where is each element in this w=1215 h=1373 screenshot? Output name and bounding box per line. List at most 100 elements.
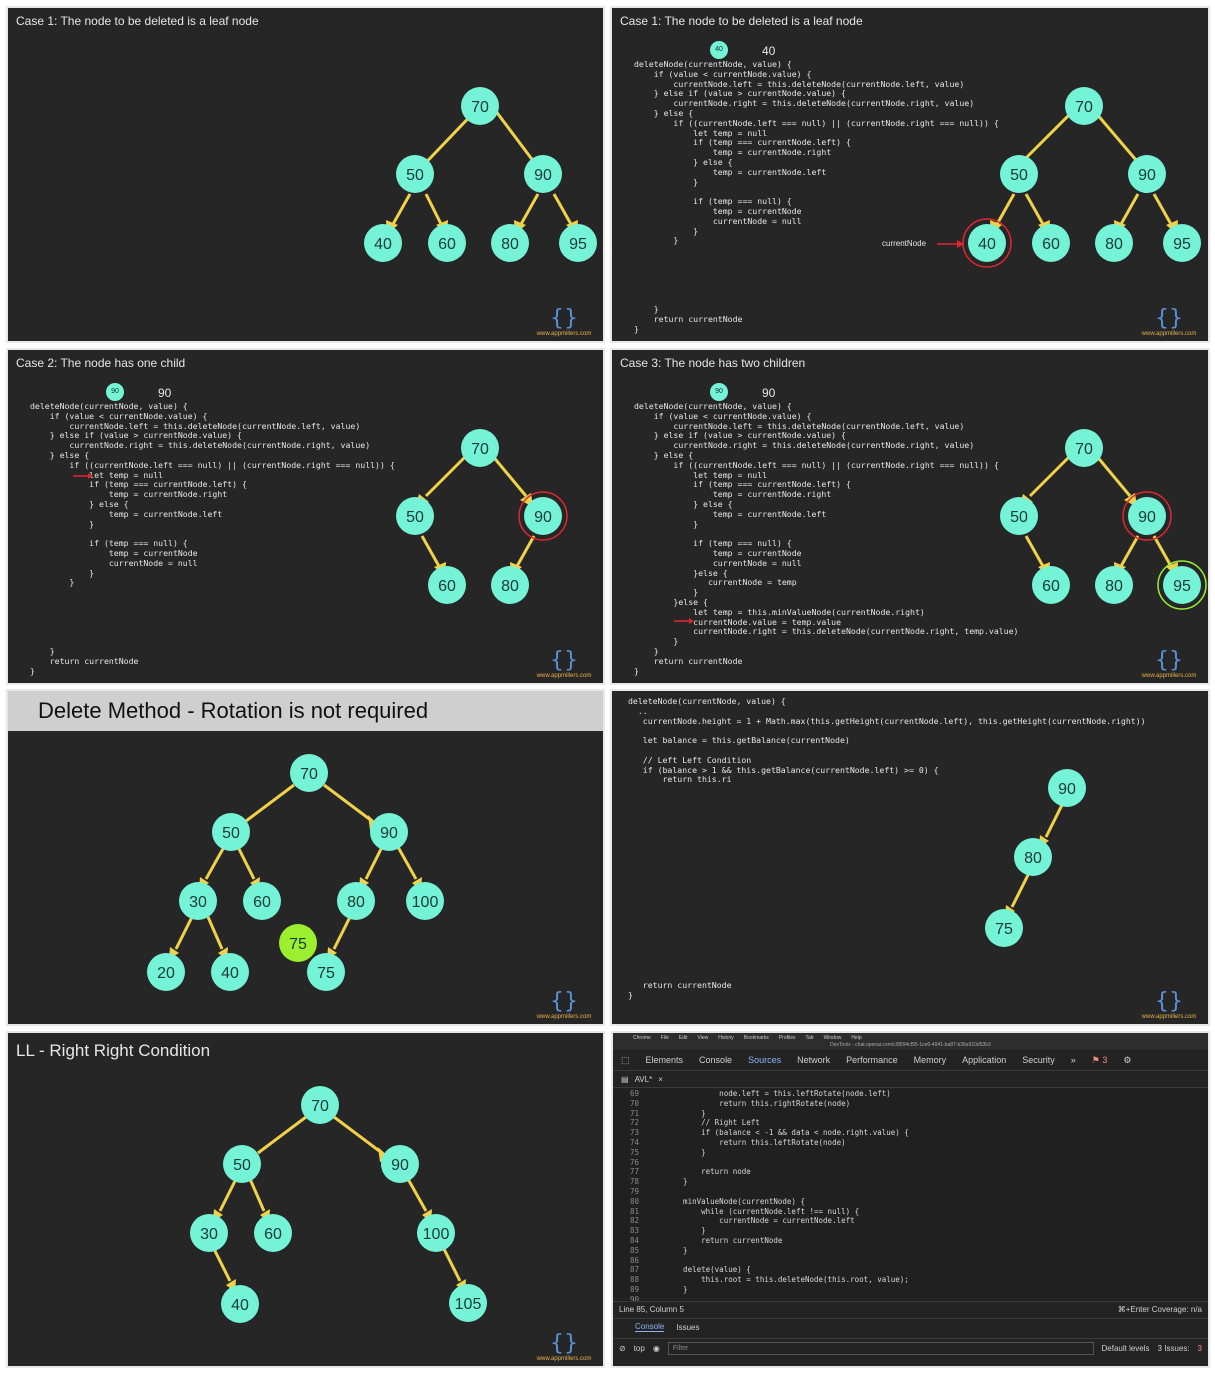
context-select[interactable]: top <box>634 1344 645 1353</box>
panel-case1-tree: Case 1: The node to be deleted is a leaf… <box>6 6 605 343</box>
svg-text:70: 70 <box>300 766 318 783</box>
svg-text:90: 90 <box>380 825 398 842</box>
close-icon[interactable]: × <box>658 1075 663 1084</box>
tree-diagram: 70 50 90 60 80 <box>73 429 568 604</box>
tree-edges <box>73 446 536 576</box>
tab-sources[interactable]: Sources <box>748 1055 781 1065</box>
tree-node: 80 <box>1095 566 1133 604</box>
tree-node: 100 <box>417 1214 455 1252</box>
tree-node: 80 <box>337 882 375 920</box>
issues-count-label[interactable]: 3 Issues: <box>1158 1344 1190 1353</box>
tree-node: 60 <box>428 224 466 262</box>
run-snippet-hint[interactable]: ⌘+Enter Coverage: n/a <box>1118 1305 1202 1314</box>
tree-node: 70 <box>1065 87 1103 125</box>
tree-node: 60 <box>428 566 466 604</box>
menu-item[interactable]: View <box>697 1035 708 1041</box>
file-tab-avl[interactable]: AVL* <box>635 1075 653 1084</box>
levels-select[interactable]: Default levels <box>1102 1344 1150 1353</box>
appmillers-logo: {} www.appmillers.com <box>529 1331 599 1363</box>
appmillers-logo: {} www.appmillers.com <box>1134 989 1204 1021</box>
tree-node-highlighted: 90 <box>1122 491 1172 541</box>
svg-text:90: 90 <box>1138 167 1156 184</box>
svg-text:90: 90 <box>534 509 552 526</box>
menu-item[interactable]: Help <box>851 1035 861 1041</box>
menu-item[interactable]: Bookmarks <box>744 1035 769 1041</box>
svg-text:80: 80 <box>1024 850 1042 867</box>
tree-node: 40 <box>221 1285 259 1323</box>
tab-network[interactable]: Network <box>797 1055 830 1065</box>
issues-badge[interactable]: ⚑ 3 <box>1092 1055 1108 1066</box>
tree-node: 70 <box>290 754 328 792</box>
sidebar-toggle-icon[interactable]: ▤ <box>621 1075 629 1084</box>
menu-item[interactable]: Tab <box>806 1035 814 1041</box>
clear-console-icon[interactable]: ⊘ <box>619 1344 626 1353</box>
tab-elements[interactable]: Elements <box>646 1055 684 1065</box>
code-brackets-icon: {} <box>550 306 578 331</box>
drawer-tab-issues[interactable]: Issues <box>676 1323 699 1332</box>
svg-text:60: 60 <box>264 1226 282 1243</box>
panel-rotation-not-required: Delete Method - Rotation is not required… <box>6 689 605 1026</box>
drawer-tab-console[interactable]: Console <box>635 1322 665 1332</box>
tree-node: 40 <box>211 953 249 991</box>
devtools-window: Chrome File Edit View History Bookmarks … <box>611 1031 1210 1368</box>
gear-icon[interactable]: ⚙ <box>1123 1055 1131 1066</box>
appmillers-logo: {} www.appmillers.com <box>1134 307 1204 338</box>
filter-input[interactable]: Filter <box>667 1341 1094 1355</box>
svg-text:50: 50 <box>1010 509 1028 526</box>
tab-security[interactable]: Security <box>1022 1055 1055 1065</box>
tree-node: 75 <box>307 953 345 991</box>
code-editor[interactable]: 69 70 71 72 73 74 75 76 77 78 79 80 81 8… <box>613 1089 1208 1304</box>
panel-case1-code: Case 1: The node to be deleted is a leaf… <box>610 6 1210 343</box>
tab-application[interactable]: Application <box>962 1055 1006 1065</box>
svg-text:95: 95 <box>1173 236 1191 253</box>
tree-node: 60 <box>243 882 281 920</box>
tree-node: 50 <box>212 813 250 851</box>
svg-text:80: 80 <box>1105 578 1123 595</box>
eye-icon[interactable]: ◉ <box>653 1344 660 1353</box>
tab-memory[interactable]: Memory <box>914 1055 947 1065</box>
panel-case3-code: Case 3: The node has two children 90 90 … <box>610 348 1210 685</box>
issues-count: 3 <box>1197 1343 1202 1353</box>
tree-node: 30 <box>190 1214 228 1252</box>
svg-text:95: 95 <box>569 236 587 253</box>
tree-node: 70 <box>301 1086 339 1124</box>
drawer-tabs: Console Issues <box>613 1318 1208 1335</box>
svg-text:90: 90 <box>1058 781 1076 798</box>
pointer-label: currentNode <box>882 239 927 248</box>
code-brackets-icon: {} <box>1155 648 1183 673</box>
menu-item[interactable]: Profiles <box>779 1035 796 1041</box>
svg-text:70: 70 <box>471 441 489 458</box>
tree-node: 50 <box>396 497 434 535</box>
tree-diagram: 70 50 90 40 60 80 95 <box>937 87 1201 268</box>
more-tabs-icon[interactable]: » <box>1071 1055 1076 1065</box>
tab-performance[interactable]: Performance <box>846 1055 898 1065</box>
svg-text:90: 90 <box>391 1157 409 1174</box>
tab-console[interactable]: Console <box>699 1055 732 1065</box>
menu-item[interactable]: Window <box>824 1035 842 1041</box>
editor-status-bar: Line 85, Column 5 ⌘+Enter Coverage: n/a <box>613 1301 1208 1316</box>
svg-text:100: 100 <box>423 1226 450 1243</box>
appmillers-logo: {} www.appmillers.com <box>529 306 599 338</box>
menu-item[interactable]: Edit <box>679 1035 688 1041</box>
editor-code[interactable]: node.left = this.leftRotate(node.left) r… <box>665 1089 909 1295</box>
code-brackets-icon: {} <box>550 1331 578 1356</box>
svg-text:60: 60 <box>438 578 456 595</box>
tree-node: 70 <box>461 87 499 125</box>
menu-item[interactable]: File <box>661 1035 669 1041</box>
code-brackets-icon: {} <box>550 989 578 1014</box>
svg-text:40: 40 <box>231 1297 249 1314</box>
tree-node-highlighted: 90 <box>518 491 568 541</box>
tree-node: 90 <box>524 155 562 193</box>
tree-node: 95 <box>1163 224 1201 262</box>
svg-text:75: 75 <box>317 965 335 982</box>
tree-node-highlighted: 40 <box>962 218 1012 268</box>
inspect-icon[interactable]: ⬚ <box>621 1055 630 1066</box>
tree-node-inserted: 75 <box>279 924 317 962</box>
tree-nodes: 70 50 90 60 80 95 <box>1000 429 1207 610</box>
menu-item[interactable]: History <box>718 1035 734 1041</box>
tree-node: 80 <box>491 566 529 604</box>
code-brackets-icon: {} <box>1155 989 1183 1014</box>
svg-text:90: 90 <box>534 167 552 184</box>
editor-file-tabs: ▤ AVL* × <box>613 1071 1208 1088</box>
menu-item[interactable]: Chrome <box>633 1035 651 1041</box>
